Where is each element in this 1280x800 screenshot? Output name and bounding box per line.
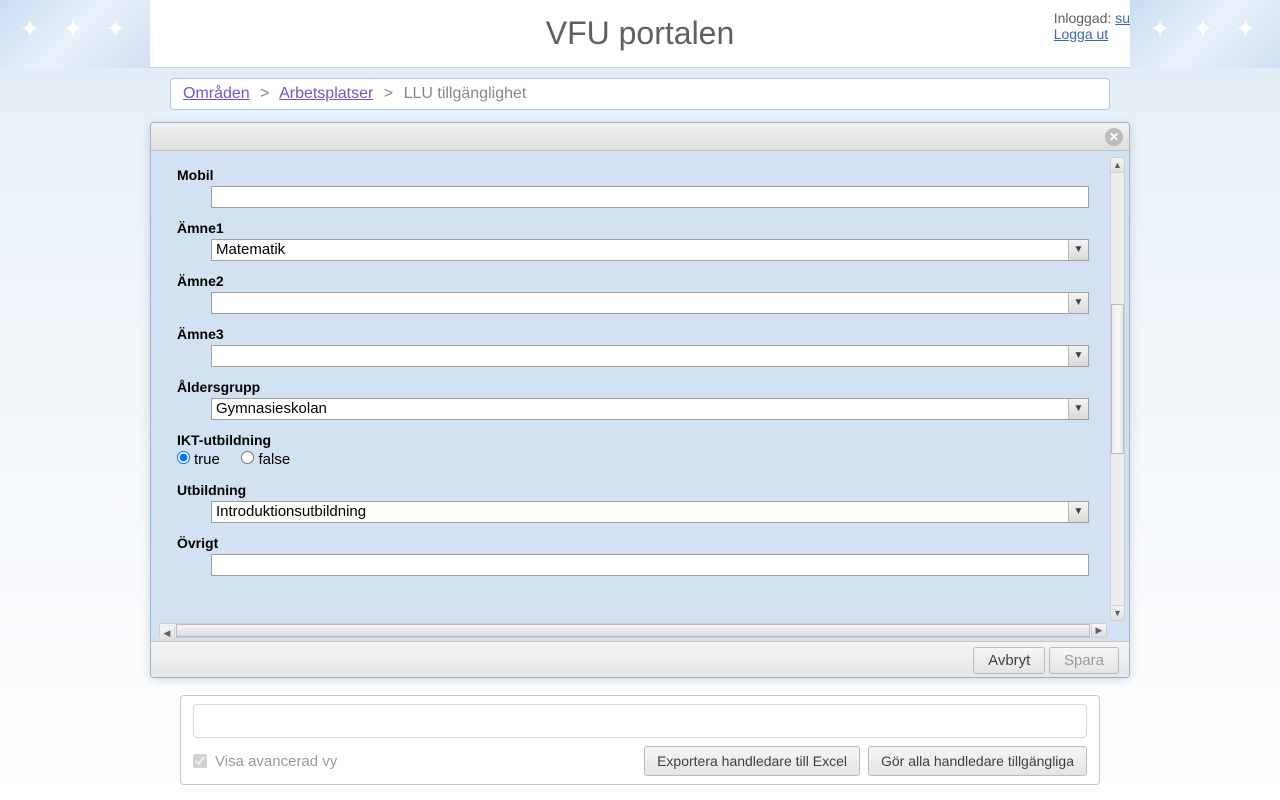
header-decoration-left [0,0,150,68]
ikt-label: IKT-utbildning [177,432,1089,448]
scroll-left-icon[interactable]: ◀ [160,627,175,640]
scroll-down-icon[interactable]: ▼ [1111,605,1124,620]
header: VFU portalen Inloggad: su Logga ut [0,0,1280,68]
cancel-button[interactable]: Avbryt [973,647,1045,674]
ovrigt-input[interactable] [211,554,1089,576]
export-excel-button[interactable]: Exportera handledare till Excel [644,746,860,776]
aldersgrupp-value: Gymnasieskolan [212,399,1068,419]
ikt-false-radio[interactable] [241,451,254,464]
breadcrumb-sep: > [384,85,393,102]
utbildning-value: Introduktionsutbildning [212,502,1068,522]
mobil-label: Mobil [177,167,1089,183]
amne2-select[interactable]: ▼ [211,292,1089,314]
ikt-true-option[interactable]: true [177,451,220,468]
modal-body: Mobil Ämne1 Matematik ▼ Ämne2 ▼ Ämne3 [159,157,1107,621]
ikt-true-radio[interactable] [177,451,190,464]
amne3-value [212,346,1068,366]
ikt-false-option[interactable]: false [241,451,290,468]
scroll-up-icon[interactable]: ▲ [1111,158,1124,173]
advanced-view-checkbox[interactable] [193,754,207,768]
user-link[interactable]: su [1115,10,1130,26]
chevron-down-icon: ▼ [1068,293,1088,313]
aldersgrupp-select[interactable]: Gymnasieskolan ▼ [211,398,1089,420]
header-decoration-right [1130,0,1280,68]
ovrigt-label: Övrigt [177,535,1089,551]
amne2-label: Ämne2 [177,273,1089,289]
modal-header: ✕ [151,123,1129,151]
chevron-down-icon: ▼ [1068,502,1088,522]
make-available-button[interactable]: Gör alla handledare tillgängliga [868,746,1087,776]
chevron-down-icon: ▼ [1068,346,1088,366]
breadcrumb-link-arbetsplatser[interactable]: Arbetsplatser [279,85,373,102]
scroll-thumb[interactable] [176,624,1090,637]
bottom-panel: Visa avancerad vy Exportera handledare t… [180,695,1100,785]
horizontal-scrollbar[interactable]: ◀ ▶ [159,623,1107,638]
close-icon[interactable]: ✕ [1105,128,1123,146]
breadcrumb-sep: > [260,85,269,102]
edit-modal: ✕ Mobil Ämne1 Matematik ▼ Ämne2 ▼ [150,122,1130,678]
amne3-select[interactable]: ▼ [211,345,1089,367]
amne1-value: Matematik [212,240,1068,260]
amne1-select[interactable]: Matematik ▼ [211,239,1089,261]
breadcrumb-link-omraden[interactable]: Områden [183,85,250,102]
save-button[interactable]: Spara [1049,647,1119,674]
advanced-view-label: Visa avancerad vy [215,753,337,770]
logout-link[interactable]: Logga ut [1054,26,1109,42]
modal-footer: Avbryt Spara [151,641,1129,677]
breadcrumb-current: LLU tillgänglighet [404,85,527,102]
bottom-inner-box [193,704,1087,738]
breadcrumb: Områden > Arbetsplatser > LLU tillgängli… [170,78,1110,110]
logged-in-label: Inloggad: [1054,10,1112,26]
scroll-thumb[interactable] [1111,304,1124,454]
chevron-down-icon: ▼ [1068,399,1088,419]
aldersgrupp-label: Åldersgrupp [177,379,1089,395]
scroll-right-icon[interactable]: ▶ [1091,624,1106,637]
amne1-label: Ämne1 [177,220,1089,236]
amne3-label: Ämne3 [177,326,1089,342]
vertical-scrollbar[interactable]: ▲ ▼ [1110,157,1125,621]
amne2-value [212,293,1068,313]
utbildning-label: Utbildning [177,482,1089,498]
chevron-down-icon: ▼ [1068,240,1088,260]
header-user-area: Inloggad: su Logga ut [1054,10,1130,42]
utbildning-select[interactable]: Introduktionsutbildning ▼ [211,501,1089,523]
mobil-input[interactable] [211,186,1089,208]
